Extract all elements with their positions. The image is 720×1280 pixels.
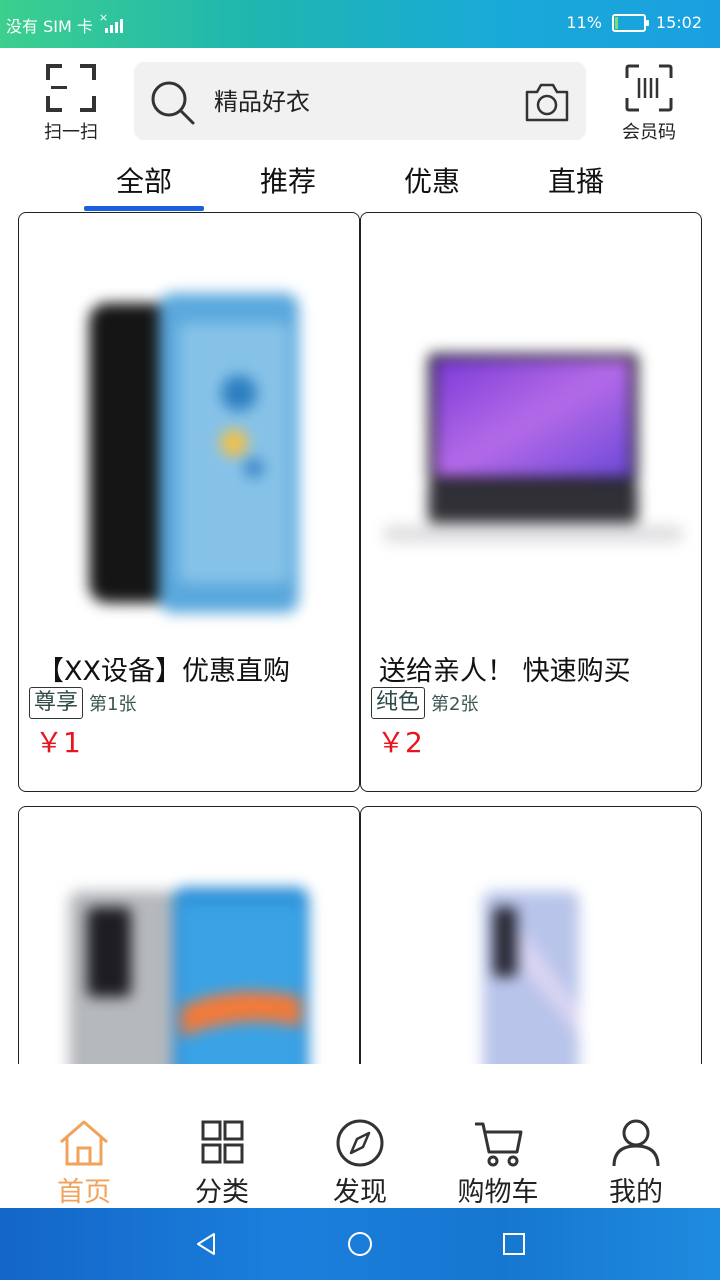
nav-me-label: 我的	[609, 1177, 663, 1208]
product-card[interactable]: 送给亲人！ 快速购买 纯色 第2张 ￥2	[360, 212, 702, 792]
scan-button[interactable]: 扫一扫	[36, 64, 106, 144]
back-icon[interactable]	[192, 1230, 220, 1258]
product-image	[89, 293, 299, 613]
status-right: 11% 15:02	[566, 13, 702, 32]
product-image	[483, 891, 579, 1064]
member-code-label: 会员码	[622, 122, 676, 143]
search-icon	[151, 81, 195, 125]
product-note: 第1张	[89, 694, 137, 715]
scan-icon	[46, 64, 96, 112]
nav-category-label: 分类	[195, 1177, 249, 1208]
nav-cart-label: 购物车	[457, 1177, 539, 1208]
tab-indicator	[84, 206, 204, 211]
product-price: ￥2	[377, 726, 423, 759]
search-input[interactable]: 精品好衣	[214, 82, 310, 117]
product-note: 第2张	[431, 694, 479, 715]
nav-category[interactable]: 分类	[162, 1118, 282, 1209]
battery-icon	[611, 13, 649, 32]
nav-discover-label: 发现	[333, 1177, 387, 1208]
tab-recommend[interactable]: 推荐	[228, 160, 348, 200]
status-bar: 没有 SIM 卡 × 11% 15:02	[0, 0, 720, 48]
header: 扫一扫 精品好衣 会员码	[0, 48, 720, 154]
cart-icon	[475, 1122, 523, 1167]
bottom-nav: 首页 分类 发现 购物车 我的	[0, 1108, 720, 1208]
search-box[interactable]: 精品好衣	[134, 62, 586, 140]
tag-row: 尊享 第1张	[29, 687, 136, 719]
nav-home-label: 首页	[57, 1177, 111, 1208]
scan-label: 扫一扫	[44, 122, 98, 143]
nav-home[interactable]: 首页	[24, 1118, 144, 1209]
product-card[interactable]: 【XX设备】优惠直购 尊享 第1张 ￥1	[18, 212, 360, 792]
clock: 15:02	[655, 13, 702, 32]
member-code-button[interactable]: 会员码	[614, 64, 684, 144]
system-nav-bar	[0, 1208, 720, 1280]
grid-icon	[201, 1120, 244, 1164]
nav-discover[interactable]: 发现	[300, 1118, 420, 1209]
nav-cart[interactable]: 购物车	[438, 1118, 558, 1209]
nav-me[interactable]: 我的	[576, 1118, 696, 1209]
product-tag: 纯色	[371, 687, 426, 719]
barcode-icon	[625, 64, 673, 112]
camera-icon[interactable]	[524, 80, 570, 124]
recents-icon[interactable]	[500, 1230, 528, 1258]
signal-icon: ×	[99, 11, 123, 33]
tab-live[interactable]: 直播	[516, 160, 636, 200]
product-price: ￥1	[35, 726, 81, 759]
compass-icon	[336, 1119, 384, 1167]
product-title: 【XX设备】优惠直购	[37, 656, 290, 687]
product-card[interactable]	[360, 806, 702, 1064]
home-icon	[60, 1120, 108, 1166]
carrier-text: 没有 SIM 卡	[6, 17, 93, 36]
battery-percent: 11%	[566, 13, 602, 32]
home-button-icon[interactable]	[346, 1230, 374, 1258]
user-icon	[612, 1119, 660, 1167]
product-image	[69, 887, 309, 1064]
product-grid: 【XX设备】优惠直购 尊享 第1张 ￥1 送给亲人！ 快速购买 纯色 第2张 ￥…	[0, 212, 720, 1064]
battery-fill	[614, 16, 618, 29]
product-tag: 尊享	[29, 687, 84, 719]
tag-row: 纯色 第2张	[371, 687, 478, 719]
category-tabs: 全部 推荐 优惠 直播	[0, 154, 720, 212]
status-left: 没有 SIM 卡 ×	[6, 11, 123, 37]
product-image	[383, 353, 683, 543]
tab-all[interactable]: 全部	[84, 160, 204, 200]
tab-discount[interactable]: 优惠	[372, 160, 492, 200]
product-card[interactable]	[18, 806, 360, 1064]
product-title: 送给亲人！ 快速购买	[379, 656, 631, 687]
